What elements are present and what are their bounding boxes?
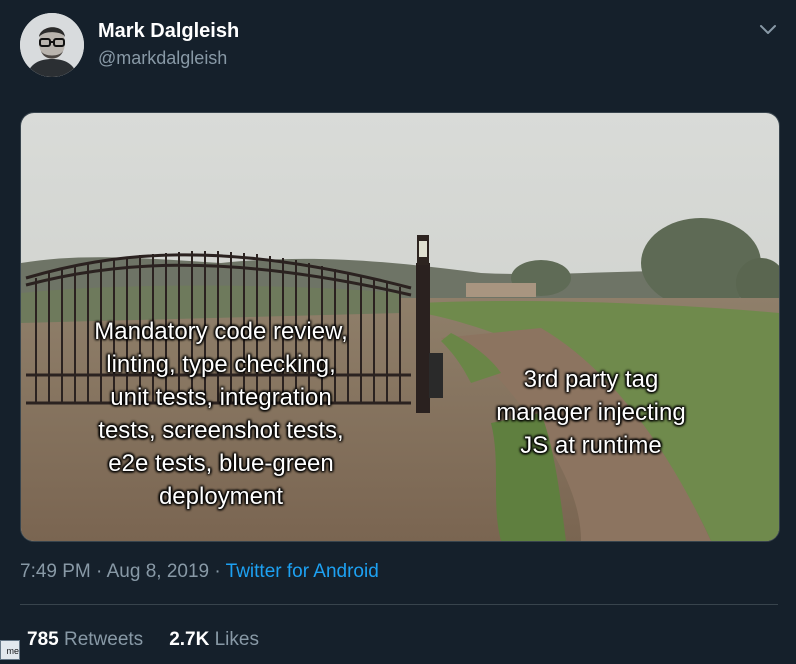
- retweets-label: Retweets: [63, 629, 144, 650]
- corner-tag: me: [0, 640, 20, 660]
- divider: [20, 604, 778, 605]
- chevron-down-icon[interactable]: [757, 18, 779, 40]
- author-handle[interactable]: @markdalgleish: [98, 48, 227, 69]
- likes-label: Likes: [214, 629, 259, 650]
- avatar[interactable]: [20, 13, 84, 77]
- meme-caption-right: 3rd party tag manager injecting JS at ru…: [496, 366, 686, 459]
- meme-caption-left: Mandatory code review, linting, type che…: [94, 318, 348, 510]
- retweets-count: 785: [27, 629, 59, 650]
- meta-separator: ·: [96, 561, 103, 582]
- tweet-time[interactable]: 7:49 PM: [20, 561, 91, 582]
- likes-stat[interactable]: 2.7K Likes: [169, 629, 259, 650]
- retweets-stat[interactable]: 785 Retweets: [27, 629, 143, 650]
- author-name[interactable]: Mark Dalgleish: [98, 20, 239, 43]
- likes-count: 2.7K: [169, 629, 210, 650]
- tweet-stats: 785 Retweets 2.7K Likes: [27, 629, 259, 651]
- tweet-media-image[interactable]: Mandatory code review, linting, type che…: [20, 112, 780, 542]
- tweet-date[interactable]: Aug 8, 2019: [107, 561, 209, 582]
- tweet-meta: 7:49 PM · Aug 8, 2019 · Twitter for Andr…: [20, 561, 379, 583]
- meta-separator: ·: [214, 561, 221, 582]
- tweet-source-link[interactable]: Twitter for Android: [226, 561, 379, 582]
